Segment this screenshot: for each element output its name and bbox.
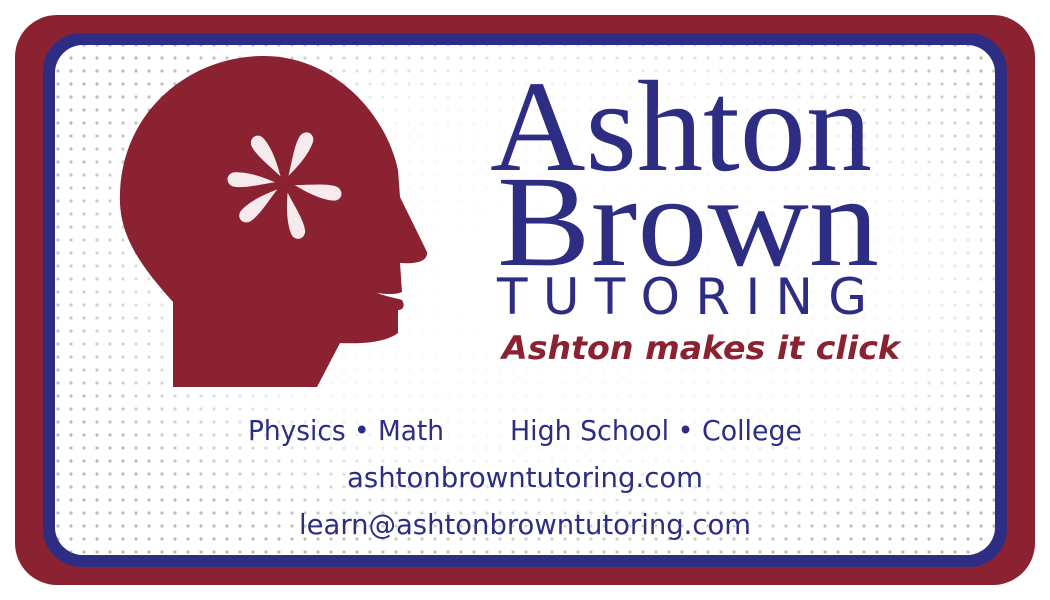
website-link[interactable]: ashtonbrowntutoring.com (347, 461, 703, 494)
email-link[interactable]: learn@ashtonbrowntutoring.com (299, 508, 751, 541)
tagline: Ashton makes it click (499, 329, 902, 367)
business-card: Ashton Brown TUTORING Ashton makes it cl… (15, 15, 1035, 585)
levels-text: High School • College (510, 414, 802, 447)
subjects-text: Physics • Math (248, 414, 444, 447)
